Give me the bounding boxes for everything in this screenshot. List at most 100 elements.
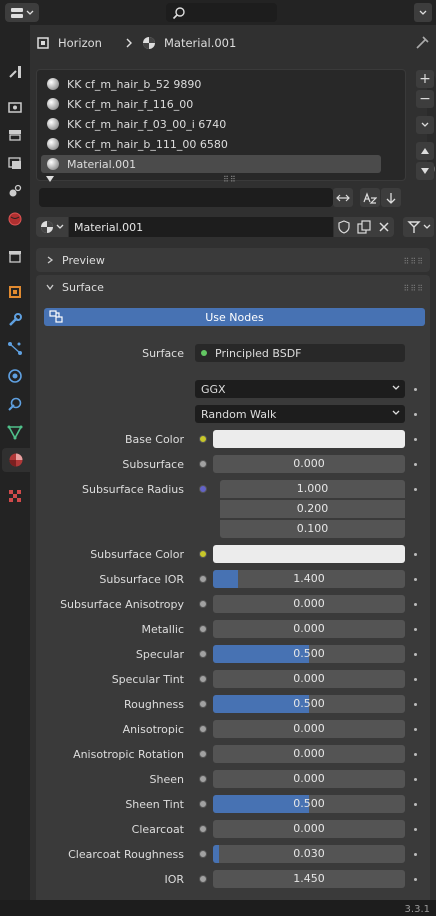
socket-icon[interactable]	[199, 750, 207, 758]
keyframe-dot[interactable]	[414, 778, 417, 781]
slider-field[interactable]: 0.030	[213, 845, 405, 863]
filter-input[interactable]	[39, 188, 333, 207]
socket-icon[interactable]	[199, 550, 207, 558]
keyframe-dot[interactable]	[414, 703, 417, 706]
use-nodes-button[interactable]: Use Nodes	[44, 308, 425, 326]
tab-view-layer[interactable]	[3, 151, 27, 175]
keyframe-dot[interactable]	[414, 853, 417, 856]
keyframe-dot[interactable]	[414, 553, 417, 556]
keyframe-dot[interactable]	[414, 388, 417, 391]
list-item-selected[interactable]: Material.001	[41, 155, 381, 173]
search-input[interactable]	[166, 3, 277, 22]
keyframe-dot[interactable]	[414, 578, 417, 581]
socket-icon[interactable]	[199, 650, 207, 658]
socket-icon[interactable]	[199, 875, 207, 883]
resize-grip[interactable]: ⠿⠿	[223, 175, 237, 184]
fake-user-button[interactable]	[334, 217, 354, 237]
keyframe-dot[interactable]	[414, 628, 417, 631]
keyframe-dot[interactable]	[414, 488, 417, 491]
slider-field[interactable]: 0.000	[213, 820, 405, 838]
link-type-dropdown[interactable]	[403, 217, 434, 237]
material-slot-list[interactable]: KK cf_m_hair_b_52 9890 KK cf_m_hair_f_11…	[36, 69, 436, 184]
slider-field[interactable]: 0.000	[213, 745, 405, 763]
socket-icon[interactable]	[199, 625, 207, 633]
keyframe-dot[interactable]	[414, 728, 417, 731]
slider-field[interactable]: 0.000	[213, 595, 405, 613]
list-item[interactable]: KK cf_m_hair_b_111_00 6580	[41, 135, 381, 153]
keyframe-dot[interactable]	[414, 413, 417, 416]
slider-field[interactable]: 0.500	[213, 695, 405, 713]
options-dropdown-button[interactable]	[414, 3, 432, 22]
slider-field[interactable]: 1.400	[213, 570, 405, 588]
socket-icon[interactable]	[199, 725, 207, 733]
filter-exclude-button[interactable]	[333, 188, 353, 207]
preview-panel-header[interactable]: Preview ⠿⠿⠿	[36, 248, 430, 272]
subsurface-method-dropdown[interactable]: Random Walk	[195, 405, 405, 423]
tab-texture[interactable]	[3, 484, 27, 508]
surface-shader-field[interactable]: Principled BSDF	[195, 344, 405, 362]
add-slot-button[interactable]: +	[416, 70, 434, 88]
socket-icon[interactable]	[199, 460, 207, 468]
keyframe-dot[interactable]	[414, 678, 417, 681]
slider-field[interactable]: 0.500	[213, 795, 405, 813]
distribution-dropdown[interactable]: GGX	[195, 380, 405, 398]
tab-physics[interactable]	[3, 364, 27, 388]
socket-icon[interactable]	[199, 575, 207, 583]
tab-output[interactable]	[3, 123, 27, 147]
tab-particles[interactable]	[3, 336, 27, 360]
browse-material-button[interactable]	[36, 217, 68, 237]
tab-scene[interactable]	[3, 179, 27, 203]
socket-icon[interactable]	[199, 435, 207, 443]
unlink-material-button[interactable]	[374, 217, 394, 237]
socket-icon[interactable]	[199, 825, 207, 833]
expand-triangle-icon[interactable]	[46, 176, 54, 182]
move-up-button[interactable]	[416, 142, 434, 160]
drag-grip-icon[interactable]: ⠿⠿⠿	[403, 284, 424, 293]
vector-component-field[interactable]: 0.100	[220, 520, 405, 538]
slider-field[interactable]: 0.000	[213, 720, 405, 738]
socket-icon[interactable]	[199, 850, 207, 858]
keyframe-dot[interactable]	[414, 828, 417, 831]
material-name-field[interactable]: Material.001	[69, 217, 333, 237]
socket-icon[interactable]	[199, 485, 207, 493]
tab-object[interactable]	[3, 280, 27, 304]
sort-alpha-button[interactable]	[360, 188, 380, 207]
keyframe-dot[interactable]	[414, 803, 417, 806]
slider-field[interactable]: 0.000	[213, 670, 405, 688]
slider-field[interactable]: 0.500	[213, 645, 405, 663]
keyframe-dot[interactable]	[414, 438, 417, 441]
socket-icon[interactable]	[199, 700, 207, 708]
list-item[interactable]: KK cf_m_hair_f_116_00	[41, 95, 381, 113]
tab-data[interactable]	[3, 420, 27, 444]
duplicate-material-button[interactable]	[354, 217, 374, 237]
socket-icon[interactable]	[199, 675, 207, 683]
tab-constraints[interactable]	[3, 392, 27, 416]
list-item[interactable]: KK cf_m_hair_f_03_00_i 6740	[41, 115, 381, 133]
sort-reverse-button[interactable]	[381, 188, 401, 207]
move-down-button[interactable]	[416, 162, 434, 180]
socket-icon[interactable]	[199, 775, 207, 783]
slider-field[interactable]: 1.450	[213, 870, 405, 888]
drag-grip-icon[interactable]: ⠿⠿⠿	[403, 257, 424, 266]
slider-field[interactable]: 0.000	[213, 620, 405, 638]
tab-modifiers[interactable]	[3, 308, 27, 332]
slider-field[interactable]: 0.000	[213, 770, 405, 788]
slider-field[interactable]: 0.000	[213, 455, 405, 473]
keyframe-dot[interactable]	[414, 653, 417, 656]
socket-icon[interactable]	[199, 800, 207, 808]
surface-panel-header[interactable]: Surface ⠿⠿⠿	[36, 275, 430, 299]
tab-tool[interactable]	[3, 60, 27, 84]
color-swatch[interactable]	[213, 545, 405, 563]
keyframe-dot[interactable]	[414, 463, 417, 466]
vector-component-field[interactable]: 1.000	[220, 480, 405, 498]
tab-material[interactable]	[2, 448, 30, 472]
pin-icon[interactable]	[416, 35, 430, 49]
socket-icon[interactable]	[199, 600, 207, 608]
keyframe-dot[interactable]	[414, 603, 417, 606]
remove-slot-button[interactable]: −	[416, 90, 434, 108]
editor-type-button[interactable]	[5, 3, 39, 22]
color-swatch[interactable]	[213, 430, 405, 448]
tab-world[interactable]	[3, 207, 27, 231]
keyframe-dot[interactable]	[414, 878, 417, 881]
keyframe-dot[interactable]	[414, 753, 417, 756]
